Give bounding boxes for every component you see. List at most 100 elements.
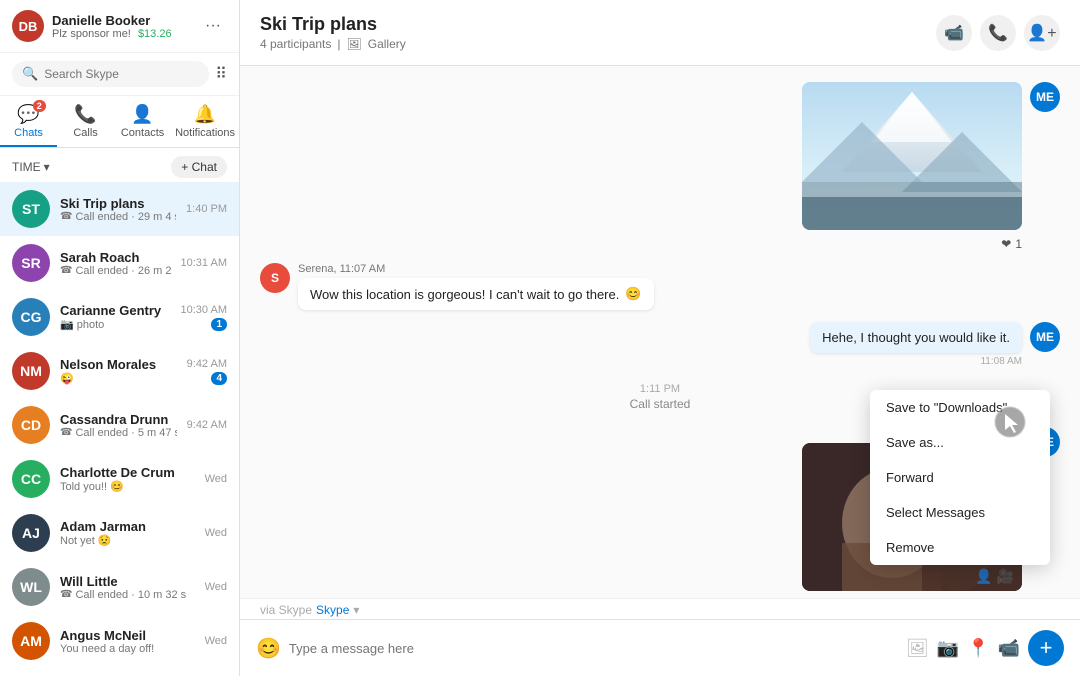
context-menu: Save to "Downloads" Save as... Forward S… <box>870 390 1050 565</box>
video-msg-button[interactable]: 📹 <box>998 638 1020 659</box>
profile-name: Danielle Booker <box>52 13 191 28</box>
msg-content: ❤ 1 <box>802 82 1022 251</box>
msg-row: S Serena, 11:07 AM Wow this location is … <box>260 263 1060 310</box>
profile-info: Danielle Booker Plz sponsor me! $13.26 <box>52 13 191 40</box>
avatar: S <box>260 263 290 293</box>
chat-header: Ski Trip plans 4 participants | 🖼 Galler… <box>240 0 1080 66</box>
list-item[interactable]: AM Angus McNeil You need a day off! Wed <box>0 614 239 668</box>
chat-meta: 1:40 PM <box>186 203 227 215</box>
list-item[interactable]: NM Nelson Morales 😜 9:42 AM 4 <box>0 344 239 398</box>
context-forward[interactable]: Forward <box>870 460 1050 495</box>
context-remove[interactable]: Remove <box>870 530 1050 565</box>
chat-list-header: TIME ▾ + Chat <box>0 148 239 182</box>
msg-sender: Serena, 11:07 AM <box>298 263 654 275</box>
gallery-icon: 🖼 <box>347 37 362 51</box>
avatar: WL <box>12 568 50 606</box>
notifications-icon: 🔔 <box>194 104 216 125</box>
calls-icon: 📞 <box>74 104 96 125</box>
add-participant-button[interactable]: 👤+ <box>1024 15 1060 51</box>
message-bubble: Wow this location is gorgeous! I can't w… <box>298 278 654 310</box>
message-bubble: Hehe, I thought you would like it. <box>810 322 1022 353</box>
contacts-icon: 👤 <box>131 104 153 125</box>
avatar: AM <box>12 622 50 660</box>
msg-content: Hehe, I thought you would like it. 11:08… <box>810 322 1022 367</box>
camera-icon: 🎥 <box>997 568 1014 585</box>
more-options-button[interactable]: ··· <box>199 12 227 40</box>
avatar: ST <box>12 190 50 228</box>
avatar: SR <box>12 244 50 282</box>
tab-notifications[interactable]: 🔔 Notifications <box>171 96 239 147</box>
chats-icon: 💬 2 <box>17 104 39 125</box>
context-save-as[interactable]: Save as... <box>870 425 1050 460</box>
contacts-label: Contacts <box>121 127 164 139</box>
chat-preview: ☎ Call ended · 29 m 4 s <box>60 211 176 223</box>
avatar: AJ <box>12 514 50 552</box>
notifications-label: Notifications <box>175 127 235 139</box>
list-item[interactable]: WL Will Little ☎ Call ended · 10 m 32 s … <box>0 560 239 614</box>
emoji-button[interactable]: 😊 <box>256 636 281 661</box>
context-select-messages[interactable]: Select Messages <box>870 495 1050 530</box>
media-button[interactable]: 📷 <box>937 638 959 659</box>
chevron-down-icon: ▾ <box>44 160 50 174</box>
search-input[interactable] <box>44 67 199 81</box>
calls-label: Calls <box>73 127 97 139</box>
image-message <box>802 82 1022 230</box>
tab-chats[interactable]: 💬 2 Chats <box>0 96 57 147</box>
tab-calls[interactable]: 📞 Calls <box>57 96 114 147</box>
chats-label: Chats <box>14 127 43 139</box>
list-item[interactable]: MJ MJ Price Teehee! Tue <box>0 668 239 676</box>
chats-badge: 2 <box>33 100 46 112</box>
chat-info: Ski Trip plans ☎ Call ended · 29 m 4 s <box>60 196 176 223</box>
location-button[interactable]: 📍 <box>967 638 989 659</box>
avatar: NM <box>12 352 50 390</box>
mountain-svg <box>802 82 1022 230</box>
grid-icon[interactable]: ⠿ <box>215 64 227 84</box>
reaction: ❤ 1 <box>1001 237 1022 251</box>
mountain-image <box>802 82 1022 230</box>
unread-badge: 1 <box>211 318 227 331</box>
list-item[interactable]: CD Cassandra Drunn ☎ Call ended · 5 m 47… <box>0 398 239 452</box>
search-bar: 🔍 ⠿ <box>0 53 239 96</box>
avatar: DB <box>12 10 44 42</box>
list-item[interactable]: CC Charlotte De Crum Told you!! 😊 Wed <box>0 452 239 506</box>
context-save-downloads[interactable]: Save to "Downloads" <box>870 390 1050 425</box>
msg-content: Serena, 11:07 AM Wow this location is go… <box>298 263 654 310</box>
avatar: CC <box>12 460 50 498</box>
search-icon: 🔍 <box>22 66 38 82</box>
list-item[interactable]: SR Sarah Roach ☎ Call ended · 26 m 23 s … <box>0 236 239 290</box>
video-call-button[interactable]: 📹 <box>936 15 972 51</box>
avatar: ME <box>1030 82 1060 112</box>
avatar: CG <box>12 298 50 336</box>
nav-tabs: 💬 2 Chats 📞 Calls 👤 Contacts 🔔 Notificat… <box>0 96 239 148</box>
chat-header-info: Ski Trip plans 4 participants | 🖼 Galler… <box>260 14 936 51</box>
list-item[interactable]: CG Carianne Gentry 📷 photo 10:30 AM 1 <box>0 290 239 344</box>
voice-call-button[interactable]: 📞 <box>980 15 1016 51</box>
avatar: ME <box>1030 322 1060 352</box>
time-filter[interactable]: TIME ▾ <box>12 160 50 174</box>
photo-button[interactable]: 🖼 <box>906 638 929 659</box>
person-icon: 👤 <box>975 568 992 585</box>
list-item[interactable]: ST Ski Trip plans ☎ Call ended · 29 m 4 … <box>0 182 239 236</box>
via-skype-bar: via Skype Skype ▾ <box>240 598 1080 619</box>
profile-status: Plz sponsor me! $13.26 <box>52 28 191 40</box>
msg-row: ME Hehe, I thought you would like it. 11… <box>260 322 1060 367</box>
sidebar: DB Danielle Booker Plz sponsor me! $13.2… <box>0 0 240 676</box>
tab-contacts[interactable]: 👤 Contacts <box>114 96 171 147</box>
new-chat-button[interactable]: + Chat <box>171 156 227 178</box>
chat-title: Ski Trip plans <box>260 14 936 35</box>
chat-list: ST Ski Trip plans ☎ Call ended · 29 m 4 … <box>0 182 239 676</box>
chat-info: Sarah Roach ☎ Call ended · 26 m 23 s <box>60 250 171 277</box>
list-item[interactable]: AJ Adam Jarman Not yet 😟 Wed <box>0 506 239 560</box>
msg-time: 11:08 AM <box>980 356 1022 367</box>
main-chat: Ski Trip plans 4 participants | 🖼 Galler… <box>240 0 1080 676</box>
add-button[interactable]: + <box>1028 630 1064 666</box>
message-input[interactable] <box>289 641 898 656</box>
chat-name: Ski Trip plans <box>60 196 176 211</box>
search-wrap[interactable]: 🔍 <box>12 61 209 87</box>
skype-link[interactable]: Skype <box>316 603 349 617</box>
avatar: CD <box>12 406 50 444</box>
chat-header-actions: 📹 📞 👤+ <box>936 15 1060 51</box>
unread-badge: 4 <box>211 372 227 385</box>
profile-bar: DB Danielle Booker Plz sponsor me! $13.2… <box>0 0 239 53</box>
chat-input-bar: 😊 🖼 📷 📍 📹 + <box>240 619 1080 676</box>
